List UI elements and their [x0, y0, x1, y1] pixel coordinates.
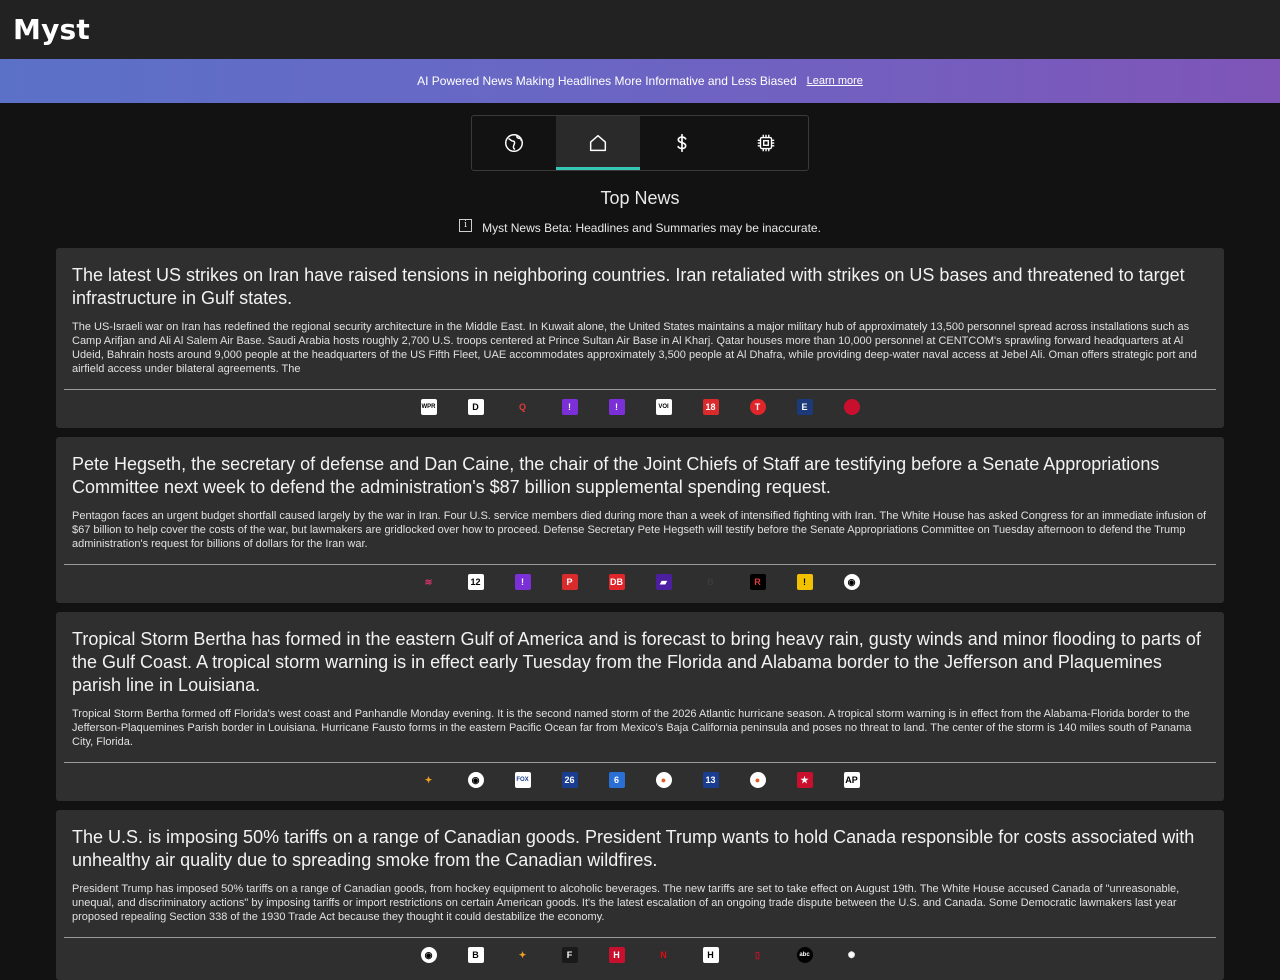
- source-list: WPR D Q!! VOI 18 T E: [56, 399, 1224, 415]
- source-logo-icon[interactable]: E: [796, 399, 813, 415]
- divider: [64, 564, 1216, 565]
- source-logo-icon[interactable]: ▯: [749, 947, 766, 963]
- article-headline[interactable]: The latest US strikes on Iran have raise…: [56, 248, 1224, 310]
- dollar-icon: [677, 133, 687, 153]
- source-list: ◉ B ✦ F H N H ▯ abc ✺: [56, 947, 1224, 963]
- source-logo-icon[interactable]: ◉: [467, 772, 484, 788]
- source-logo-icon[interactable]: !: [514, 574, 531, 590]
- source-logo-icon[interactable]: ✦: [514, 947, 531, 963]
- source-list: ✦ ◉ FOX 26 6 ● 13 ● ★ AP: [56, 772, 1224, 788]
- source-logo-icon[interactable]: 26: [561, 772, 578, 788]
- globe-icon: [505, 134, 523, 152]
- source-logo-icon[interactable]: N: [655, 947, 672, 963]
- tab-technology[interactable]: [724, 116, 808, 170]
- source-logo-icon[interactable]: B: [702, 574, 719, 590]
- source-logo-icon[interactable]: ◉: [420, 947, 437, 963]
- divider: [64, 389, 1216, 390]
- article-summary: The US-Israeli war on Iran has redefined…: [72, 321, 1197, 375]
- source-logo-icon[interactable]: F: [561, 947, 578, 963]
- source-logo-icon[interactable]: H: [608, 947, 625, 963]
- article-card: Tropical Storm Bertha has formed in the …: [56, 612, 1224, 801]
- home-icon: [589, 134, 607, 152]
- article-headline[interactable]: Tropical Storm Bertha has formed in the …: [56, 612, 1224, 697]
- source-logo-icon[interactable]: R: [749, 574, 766, 590]
- article-card: The latest US strikes on Iran have raise…: [56, 248, 1224, 428]
- source-logo-icon[interactable]: P: [561, 574, 578, 590]
- divider: [64, 937, 1216, 938]
- source-logo-icon[interactable]: ●: [749, 772, 766, 788]
- source-logo-icon[interactable]: !: [561, 399, 578, 415]
- source-logo-icon[interactable]: ✺: [843, 947, 860, 963]
- source-logo-icon[interactable]: 12: [467, 574, 484, 590]
- category-tabs: [471, 115, 809, 171]
- source-logo-icon[interactable]: [843, 399, 860, 415]
- source-logo-icon[interactable]: ✦: [420, 772, 437, 788]
- source-logo-icon[interactable]: 6: [608, 772, 625, 788]
- source-logo-icon[interactable]: ◉: [843, 574, 860, 590]
- source-logo-icon[interactable]: Q: [514, 399, 531, 415]
- article-card: The U.S. is imposing 50% tariffs on a ra…: [56, 810, 1224, 980]
- tab-top[interactable]: [556, 116, 640, 170]
- chip-icon: [757, 134, 775, 152]
- section-title: Top News: [600, 188, 680, 208]
- source-logo-icon[interactable]: D: [467, 399, 484, 415]
- tab-world[interactable]: [472, 116, 556, 170]
- source-logo-icon[interactable]: B: [467, 947, 484, 963]
- article-headline[interactable]: Pete Hegseth, the secretary of defense a…: [56, 437, 1224, 499]
- top-bar: Myst: [0, 0, 1280, 59]
- app-logo[interactable]: Myst: [13, 13, 90, 46]
- divider: [64, 762, 1216, 763]
- tab-finance[interactable]: [640, 116, 724, 170]
- source-logo-icon[interactable]: !: [608, 399, 625, 415]
- source-logo-icon[interactable]: DB: [608, 574, 625, 590]
- source-logo-icon[interactable]: ▰: [655, 574, 672, 590]
- source-logo-icon[interactable]: AP: [843, 772, 860, 788]
- source-logo-icon[interactable]: WPR: [420, 399, 437, 415]
- source-logo-icon[interactable]: ≋: [420, 574, 437, 590]
- source-logo-icon[interactable]: T: [749, 399, 766, 415]
- source-logo-icon[interactable]: 13: [702, 772, 719, 788]
- source-logo-icon[interactable]: FOX: [514, 772, 531, 788]
- source-logo-icon[interactable]: VOI: [655, 399, 672, 415]
- beta-notice: i Myst News Beta: Headlines and Summarie…: [0, 218, 1280, 235]
- article-summary: Pentagon faces an urgent budget shortfal…: [72, 510, 1207, 550]
- source-logo-icon[interactable]: 18: [702, 399, 719, 415]
- source-logo-icon[interactable]: !: [796, 574, 813, 590]
- article-summary: President Trump has imposed 50% tariffs …: [72, 883, 1180, 923]
- info-icon: i: [459, 218, 473, 232]
- info-banner: AI Powered News Making Headlines More In…: [0, 59, 1280, 103]
- article-headline[interactable]: The U.S. is imposing 50% tariffs on a ra…: [56, 810, 1224, 872]
- article-summary: Tropical Storm Bertha formed off Florida…: [72, 708, 1192, 748]
- source-list: ≋ 12! P DB ▰ B R! ◉: [56, 574, 1224, 590]
- learn-more-link[interactable]: Learn more: [807, 75, 863, 87]
- article-card: Pete Hegseth, the secretary of defense a…: [56, 437, 1224, 603]
- source-logo-icon[interactable]: H: [702, 947, 719, 963]
- banner-text: AI Powered News Making Headlines More In…: [417, 74, 797, 88]
- beta-note-text: Myst News Beta: Headlines and Summaries …: [482, 221, 821, 235]
- source-logo-icon[interactable]: ★: [796, 772, 813, 788]
- source-logo-icon[interactable]: ●: [655, 772, 672, 788]
- source-logo-icon[interactable]: abc: [796, 947, 813, 963]
